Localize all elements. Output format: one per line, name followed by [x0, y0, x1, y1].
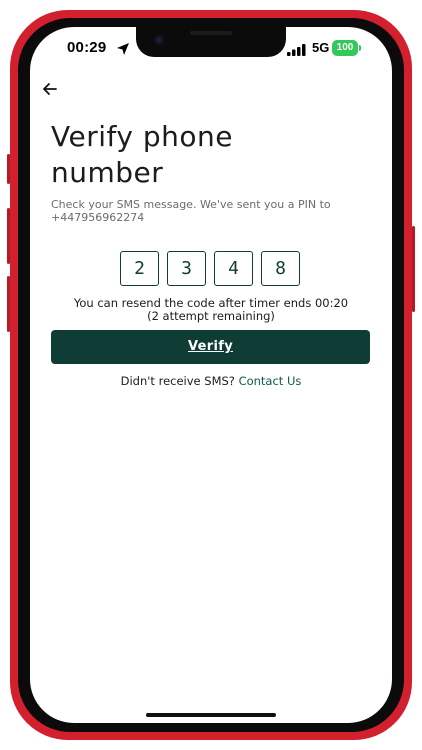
page-title-line2: number	[51, 156, 164, 189]
arrow-left-icon[interactable]	[38, 77, 62, 101]
battery-icon: 100	[332, 40, 358, 56]
support-footer: Didn't receive SMS? Contact Us	[50, 374, 372, 388]
contact-us-link[interactable]: Contact Us	[239, 374, 302, 388]
home-indicator[interactable]	[146, 713, 276, 717]
location-arrow-icon	[117, 43, 129, 55]
cellular-signal-icon	[287, 44, 306, 56]
page-title-line1: Verify phone	[51, 120, 233, 153]
speaker	[190, 31, 232, 35]
resend-timer-text: You can resend the code after timer ends…	[50, 297, 372, 323]
side-button	[7, 154, 10, 184]
page-title: Verify phone number	[51, 119, 371, 191]
screen: 00:29 5G 100 Verify phone number Check y…	[30, 27, 392, 723]
pin-input-group: 2 3 4 8	[120, 251, 302, 287]
volume-down-button	[7, 276, 10, 332]
pin-digit-4[interactable]: 8	[261, 251, 300, 286]
pin-digit-2[interactable]: 3	[167, 251, 206, 286]
battery-tip	[359, 45, 361, 51]
page-subtitle: Check your SMS message. We've sent you a…	[51, 198, 331, 224]
pin-digit-3[interactable]: 4	[214, 251, 253, 286]
status-bar: 00:29 5G 100	[30, 38, 392, 60]
attempts-remaining: (2 attempt remaining)	[147, 309, 275, 323]
network-type: 5G	[312, 40, 330, 55]
verify-button[interactable]: Verify	[51, 330, 370, 364]
pin-digit-1[interactable]: 2	[120, 251, 159, 286]
power-button	[412, 226, 415, 312]
status-time: 00:29	[67, 39, 107, 56]
footer-text: Didn't receive SMS?	[120, 374, 239, 388]
volume-up-button	[7, 208, 10, 264]
